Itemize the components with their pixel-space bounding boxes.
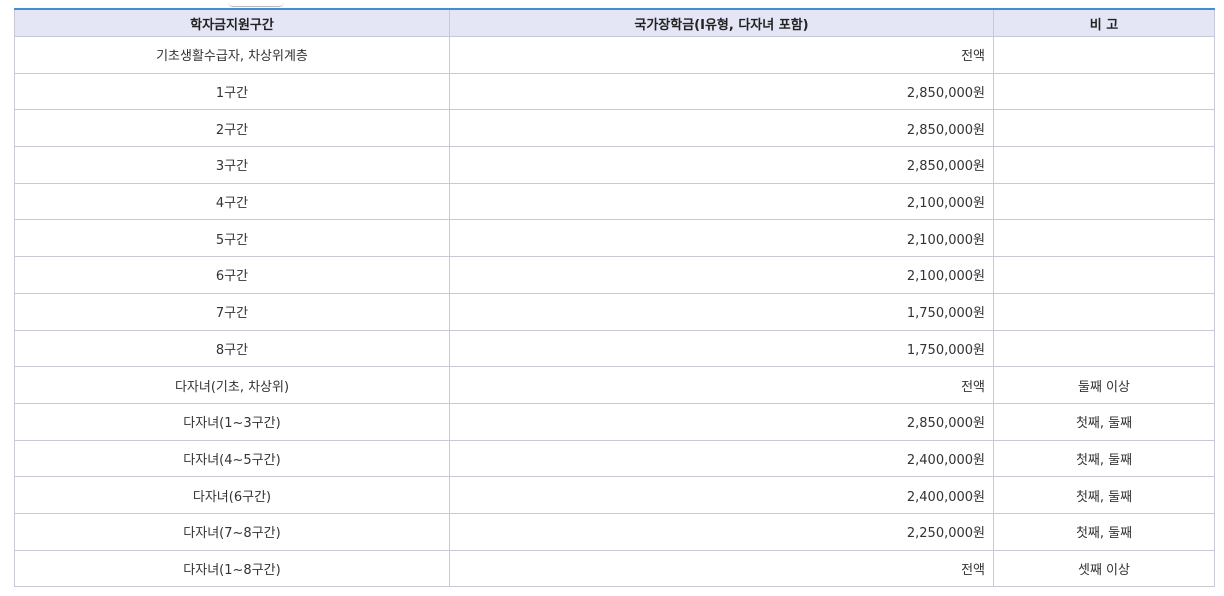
cell-amount: 2,250,000원 bbox=[449, 512, 994, 551]
header-amount: 국가장학금(Ⅰ유형, 다자녀 포함) bbox=[449, 8, 994, 37]
cell-section: 8구간 bbox=[14, 329, 450, 368]
cell-section: 다자녀(1~8구간) bbox=[14, 549, 450, 588]
cell-amount: 2,850,000원 bbox=[449, 402, 994, 441]
table-row: 6구간 2,100,000원 bbox=[14, 256, 1215, 294]
cell-amount: 1,750,000원 bbox=[449, 329, 994, 368]
cell-amount: 2,100,000원 bbox=[449, 256, 994, 294]
cell-note bbox=[993, 146, 1215, 184]
table-row: 5구간 2,100,000원 bbox=[14, 219, 1215, 258]
cell-amount: 2,100,000원 bbox=[449, 219, 994, 258]
cell-note: 둘째 이상 bbox=[993, 366, 1215, 404]
cell-note: 셋째 이상 bbox=[993, 549, 1215, 588]
cell-amount: 전액 bbox=[449, 549, 994, 588]
header-note: 비 고 bbox=[993, 8, 1215, 37]
cell-note: 첫째, 둘째 bbox=[993, 476, 1215, 514]
cell-section: 5구간 bbox=[14, 219, 450, 258]
cell-note bbox=[993, 219, 1215, 258]
cell-section: 6구간 bbox=[14, 256, 450, 294]
scholarship-table-container: 학자금지원구간 국가장학금(Ⅰ유형, 다자녀 포함) 비 고 기초생활수급자, … bbox=[14, 6, 1215, 588]
cell-section: 다자녀(7~8구간) bbox=[14, 512, 450, 551]
cell-section: 다자녀(6구간) bbox=[14, 476, 450, 514]
table-row: 다자녀(6구간) 2,400,000원 첫째, 둘째 bbox=[14, 476, 1215, 514]
table-row: 다자녀(기초, 차상위) 전액 둘째 이상 bbox=[14, 366, 1215, 404]
cell-section: 3구간 bbox=[14, 146, 450, 184]
cell-amount: 2,850,000원 bbox=[449, 109, 994, 148]
cell-note bbox=[993, 256, 1215, 294]
cell-section: 1구간 bbox=[14, 72, 450, 111]
cell-note bbox=[993, 109, 1215, 148]
cell-section: 다자녀(4~5구간) bbox=[14, 439, 450, 478]
cell-amount: 2,400,000원 bbox=[449, 476, 994, 514]
clipped-text-fragment bbox=[228, 2, 284, 7]
table-row: 4구간 2,100,000원 bbox=[14, 182, 1215, 221]
cell-amount: 2,850,000원 bbox=[449, 72, 994, 111]
table-row: 1구간 2,850,000원 bbox=[14, 72, 1215, 111]
cell-section: 다자녀(1~3구간) bbox=[14, 402, 450, 441]
cell-amount: 2,400,000원 bbox=[449, 439, 994, 478]
table-row: 2구간 2,850,000원 bbox=[14, 109, 1215, 148]
cell-section: 2구간 bbox=[14, 109, 450, 148]
cell-note bbox=[993, 36, 1215, 74]
cell-section: 7구간 bbox=[14, 292, 450, 331]
cell-section: 다자녀(기초, 차상위) bbox=[14, 366, 450, 404]
table-row: 7구간 1,750,000원 bbox=[14, 292, 1215, 331]
cell-amount: 1,750,000원 bbox=[449, 292, 994, 331]
cell-section: 4구간 bbox=[14, 182, 450, 221]
cell-amount: 2,850,000원 bbox=[449, 146, 994, 184]
cell-note bbox=[993, 292, 1215, 331]
table-row: 다자녀(1~3구간) 2,850,000원 첫째, 둘째 bbox=[14, 402, 1215, 441]
cell-note bbox=[993, 72, 1215, 111]
cell-amount: 전액 bbox=[449, 366, 994, 404]
cell-note: 첫째, 둘째 bbox=[993, 439, 1215, 478]
table-row: 8구간 1,750,000원 bbox=[14, 329, 1215, 368]
cell-note bbox=[993, 329, 1215, 368]
cell-section: 기초생활수급자, 차상위계층 bbox=[14, 36, 450, 74]
table-row: 기초생활수급자, 차상위계층 전액 bbox=[14, 36, 1215, 74]
table-row: 다자녀(1~8구간) 전액 셋째 이상 bbox=[14, 549, 1215, 588]
cell-note bbox=[993, 182, 1215, 221]
cell-amount: 전액 bbox=[449, 36, 994, 74]
header-section: 학자금지원구간 bbox=[14, 8, 450, 37]
table-header-row: 학자금지원구간 국가장학금(Ⅰ유형, 다자녀 포함) 비 고 bbox=[14, 8, 1215, 37]
scholarship-table: 학자금지원구간 국가장학금(Ⅰ유형, 다자녀 포함) 비 고 기초생활수급자, … bbox=[14, 8, 1215, 588]
table-row: 다자녀(7~8구간) 2,250,000원 첫째, 둘째 bbox=[14, 512, 1215, 551]
cell-note: 첫째, 둘째 bbox=[993, 512, 1215, 551]
table-row: 다자녀(4~5구간) 2,400,000원 첫째, 둘째 bbox=[14, 439, 1215, 478]
table-row: 3구간 2,850,000원 bbox=[14, 146, 1215, 184]
cell-amount: 2,100,000원 bbox=[449, 182, 994, 221]
cell-note: 첫째, 둘째 bbox=[993, 402, 1215, 441]
